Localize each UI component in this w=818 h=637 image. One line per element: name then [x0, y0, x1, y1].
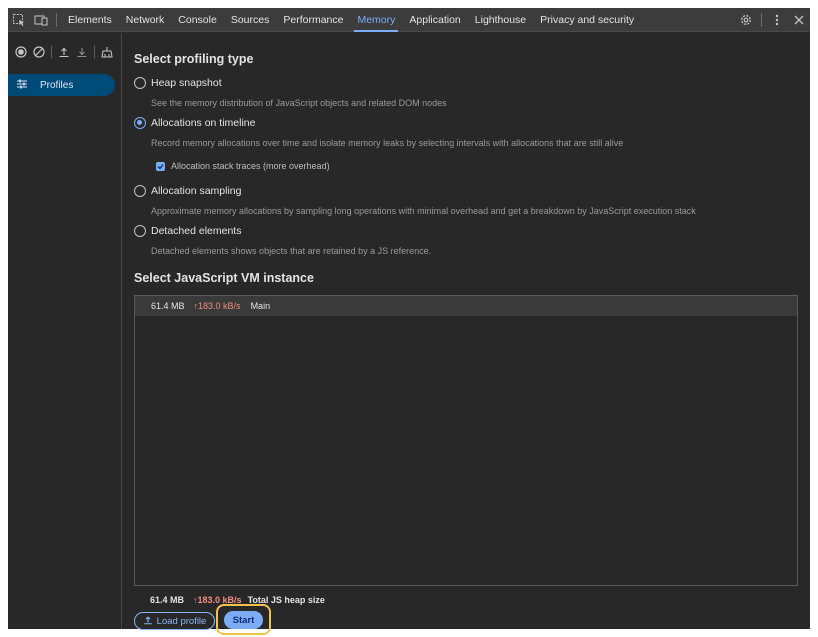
tab-memory[interactable]: Memory [350, 8, 402, 32]
garbage-collect-icon[interactable] [98, 44, 116, 60]
start-button[interactable]: Start [224, 611, 263, 629]
tab-privacy-and-security[interactable]: Privacy and security [533, 8, 641, 32]
clear-icon[interactable] [30, 44, 48, 60]
device-toolbar-icon[interactable] [30, 8, 52, 32]
kebab-menu-icon[interactable] [766, 8, 788, 32]
sidebar-item-label: Profiles [40, 79, 74, 91]
upload-icon [143, 615, 153, 628]
tab-lighthouse[interactable]: Lighthouse [468, 8, 533, 32]
option-detached-elements[interactable]: Detached elements [134, 225, 241, 237]
option-description: See the memory distribution of JavaScrip… [151, 98, 447, 108]
checkbox-label: Allocation stack traces (more overhead) [171, 161, 330, 171]
load-profile-label: Load profile [156, 615, 207, 627]
vm-heap-size: 61.4 MB [151, 301, 185, 311]
vm-instance-row[interactable]: 61.4 MB ↑183.0 kB/s Main [135, 296, 797, 316]
upload-icon[interactable] [55, 44, 73, 60]
option-description: Detached elements shows objects that are… [151, 246, 432, 256]
devtools-window: Elements Network Console Sources Perform… [8, 8, 810, 635]
option-label: Heap snapshot [151, 77, 222, 89]
allocations-timeline-radio[interactable] [134, 117, 146, 129]
vm-instance-list: 61.4 MB ↑183.0 kB/s Main [134, 295, 798, 586]
memory-toolbar [8, 33, 121, 71]
sidebar-item-profiles[interactable]: Profiles [8, 74, 115, 96]
heap-snapshot-radio[interactable] [134, 77, 146, 89]
detached-elements-radio[interactable] [134, 225, 146, 237]
tab-application[interactable]: Application [402, 8, 467, 32]
option-label: Allocations on timeline [151, 117, 256, 129]
option-allocations-on-timeline[interactable]: Allocations on timeline [134, 117, 255, 129]
allocation-stack-traces-checkbox[interactable]: Allocation stack traces (more overhead) [156, 161, 330, 171]
allocation-sampling-radio[interactable] [134, 185, 146, 197]
memory-main-panel: Select profiling type Heap snapshot See … [123, 33, 810, 635]
load-profile-button[interactable]: Load profile [134, 612, 215, 630]
tabbar-divider-right [761, 12, 762, 27]
option-description: Approximate memory allocations by sampli… [151, 206, 696, 216]
tab-sources[interactable]: Sources [224, 8, 277, 32]
record-icon[interactable] [12, 44, 30, 60]
tab-performance[interactable]: Performance [276, 8, 350, 32]
vm-instance-heading: Select JavaScript VM instance [134, 271, 314, 285]
memory-sidebar: Profiles [8, 33, 122, 629]
start-button-highlight: Start [216, 604, 271, 635]
checkbox-checked-icon[interactable] [156, 161, 165, 171]
profiles-icon [16, 78, 28, 93]
option-label: Allocation sampling [151, 185, 242, 197]
settings-gear-icon[interactable] [735, 8, 757, 32]
close-icon[interactable] [788, 8, 810, 32]
total-heap-size: 61.4 MB [150, 595, 185, 605]
toolbar-divider [51, 46, 52, 58]
tab-console[interactable]: Console [171, 8, 224, 32]
download-icon[interactable] [73, 44, 91, 60]
toolbar-divider-2 [94, 46, 95, 58]
vm-instance-name: Main [250, 301, 271, 311]
option-description: Record memory allocations over time and … [151, 138, 624, 148]
tab-network[interactable]: Network [119, 8, 172, 32]
profiling-type-heading: Select profiling type [134, 52, 254, 66]
devtools-tabbar: Elements Network Console Sources Perform… [8, 8, 810, 32]
option-heap-snapshot[interactable]: Heap snapshot [134, 77, 222, 89]
inspect-element-icon[interactable] [8, 8, 30, 32]
option-allocation-sampling[interactable]: Allocation sampling [134, 185, 241, 197]
option-label: Detached elements [151, 225, 242, 237]
tabbar-divider [56, 12, 57, 27]
vm-heap-rate: ↑183.0 kB/s [193, 301, 241, 311]
tab-elements[interactable]: Elements [61, 8, 119, 32]
